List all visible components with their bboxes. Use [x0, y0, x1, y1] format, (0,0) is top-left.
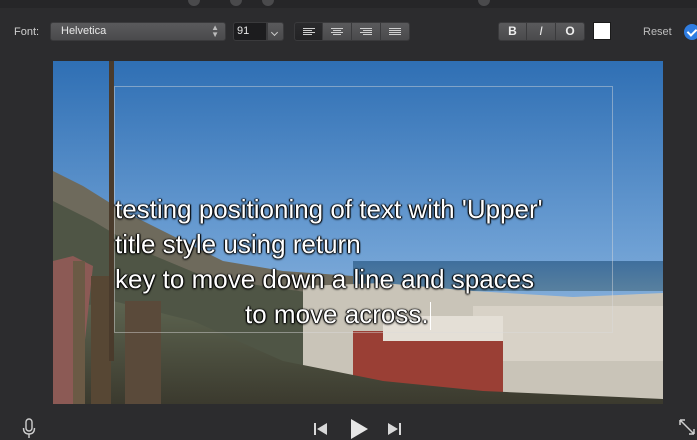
align-right-icon [360, 27, 372, 36]
font-select-value: Helvetica [61, 25, 107, 37]
align-justify-icon [389, 27, 401, 36]
title-line-3: key to move down a line and spaces [115, 264, 535, 294]
alignment-group [294, 22, 410, 41]
tab-icon[interactable] [230, 0, 242, 6]
title-line-2: title style using return [115, 229, 361, 259]
font-label: Font: [14, 26, 40, 38]
title-line-4-text: to move across. [115, 299, 429, 329]
video-viewer[interactable]: testing positioning of text with 'Upper'… [53, 61, 663, 404]
title-line-4: to move across. [115, 297, 635, 332]
align-center-button[interactable] [323, 22, 352, 41]
transport-bar [0, 404, 697, 440]
font-size-input[interactable]: 91 [233, 22, 267, 41]
tab-icon[interactable] [262, 0, 274, 6]
font-select[interactable]: Helvetica ▲ ▼ [50, 22, 226, 41]
reset-button[interactable]: Reset [643, 26, 672, 38]
microphone-icon[interactable] [22, 418, 36, 440]
up-down-arrows-icon: ▲ ▼ [211, 23, 219, 39]
align-left-icon [303, 27, 315, 36]
align-right-button[interactable] [352, 22, 381, 41]
align-center-icon [331, 27, 343, 36]
bold-button[interactable]: B [498, 22, 527, 41]
skip-forward-icon[interactable] [386, 422, 402, 436]
text-caret [429, 302, 431, 331]
fullscreen-icon[interactable] [678, 418, 696, 436]
title-toolbar: Font: Helvetica ▲ ▼ 91 B I O Reset [0, 8, 697, 56]
tab-icon[interactable] [188, 0, 200, 6]
play-icon[interactable] [348, 418, 370, 440]
italic-button[interactable]: I [527, 22, 556, 41]
align-justify-button[interactable] [381, 22, 410, 41]
font-size-dropdown[interactable] [267, 22, 284, 41]
text-style-group: B I O [498, 22, 585, 41]
apply-check-icon[interactable] [684, 24, 697, 40]
top-strip [0, 0, 697, 8]
outline-button[interactable]: O [556, 22, 585, 41]
skip-back-icon[interactable] [313, 422, 329, 436]
title-line-1: testing positioning of text with 'Upper' [115, 194, 543, 224]
align-left-button[interactable] [294, 22, 323, 41]
tab-icon[interactable] [478, 0, 490, 6]
title-text[interactable]: testing positioning of text with 'Upper'… [115, 192, 635, 332]
text-color-swatch[interactable] [593, 22, 611, 40]
